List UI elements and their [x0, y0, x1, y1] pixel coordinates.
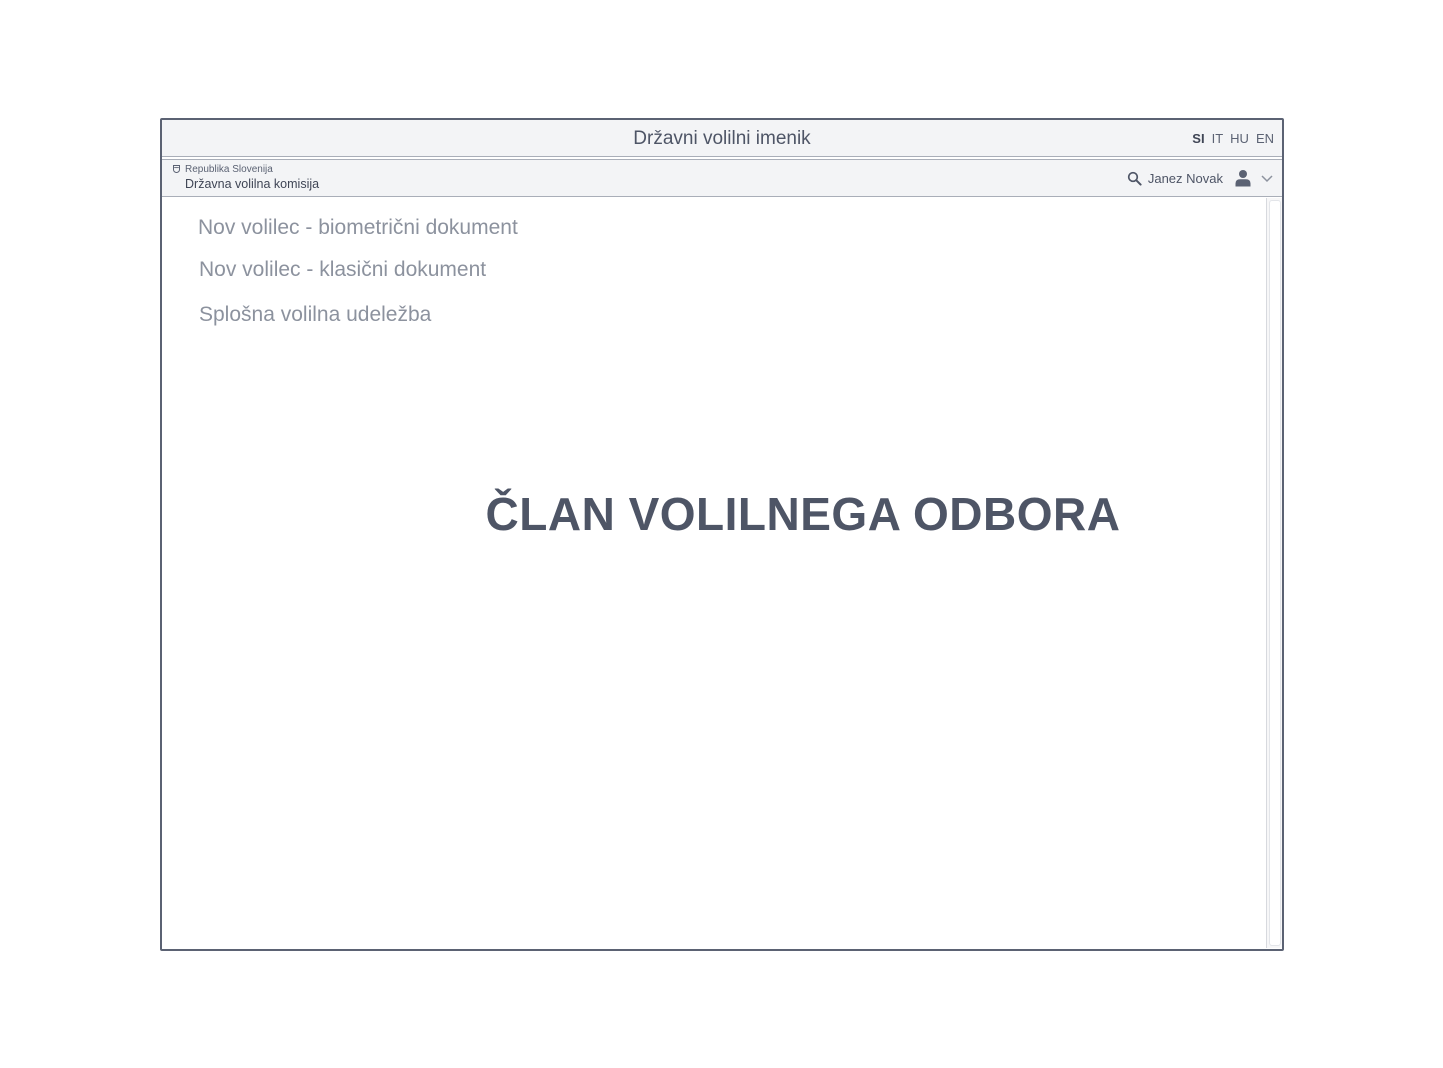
language-it[interactable]: IT [1212, 131, 1224, 146]
organization-country: Republika Slovenija [185, 164, 273, 175]
main-content: Nov volilec - biometrični dokument Nov v… [162, 197, 1264, 949]
menu-item-general-turnout[interactable]: Splošna volilna udeležba [199, 303, 431, 327]
language-switcher: SI IT HU EN [1192, 131, 1274, 146]
organization-name: Državna volilna komisija [185, 177, 320, 191]
vertical-scrollbar[interactable] [1266, 198, 1282, 948]
menu-item-new-voter-biometric[interactable]: Nov volilec - biometrični dokument [198, 216, 518, 240]
user-area: Janez Novak [1127, 168, 1274, 188]
scrollbar-thumb[interactable] [1269, 200, 1281, 946]
app-window: Državni volilni imenik SI IT HU EN Repub… [160, 118, 1284, 951]
chevron-down-icon[interactable] [1260, 171, 1274, 185]
user-icon[interactable] [1234, 169, 1252, 187]
title-bar: Državni volilni imenik SI IT HU EN [162, 120, 1282, 157]
role-heading: ČLAN VOLILNEGA ODBORA [485, 488, 1121, 540]
language-si[interactable]: SI [1192, 131, 1204, 146]
app-title: Državni volilni imenik [633, 128, 811, 149]
user-name[interactable]: Janez Novak [1148, 171, 1223, 186]
language-hu[interactable]: HU [1230, 131, 1249, 146]
language-en[interactable]: EN [1256, 131, 1274, 146]
search-icon[interactable] [1127, 171, 1142, 186]
menu-item-new-voter-classic[interactable]: Nov volilec - klasični dokument [199, 258, 486, 282]
header-bar: Republika Slovenija Državna volilna komi… [162, 159, 1282, 197]
crest-icon [173, 165, 180, 173]
